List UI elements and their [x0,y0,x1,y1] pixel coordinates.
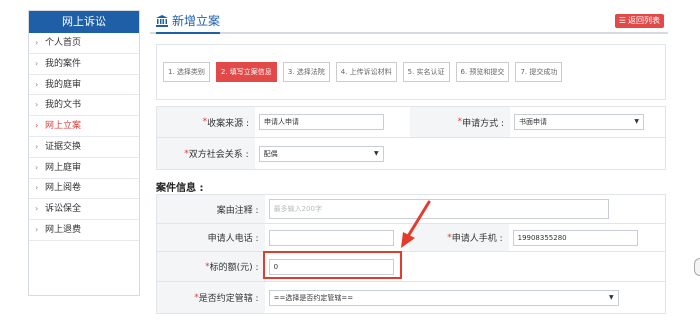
sidebar-item-label: 网上阅卷 [45,183,82,194]
sidebar-item[interactable]: › 网上阅卷 [29,179,139,200]
method-cell: 书面申请 ▼ [510,107,665,137]
phone-input[interactable] [268,229,394,246]
mobile-cell: 19908355280 [508,224,665,251]
sidebar-item-label: 诉讼保全 [45,204,82,215]
back-to-list-button[interactable]: ☰ 返回列表 [614,14,664,28]
chevron-right-icon: › [35,225,39,235]
method-select[interactable]: 书面申请 ▼ [514,114,644,130]
empty-cell [409,138,665,169]
sidebar-item-label: 我的文书 [45,100,82,111]
step-tab[interactable]: 5. 实名认证 [402,62,450,82]
sidebar-menu: › 个人首页 › 我的案件 › 我的庭审 › 我的文书 › 网上立案 › 证据交换 › 网上庭审 › 网上阅卷… [29,33,139,241]
relation-select[interactable]: 配偶 ▼ [258,145,384,162]
step-tab[interactable]: 1. 选择类别 [163,62,210,82]
sidebar-item[interactable]: › 我的文书 [29,95,139,117]
chevron-right-icon: › [35,79,39,89]
page-title-wrap: 新增立案 [156,12,221,34]
chevron-right-icon: › [35,162,39,172]
step-tab[interactable]: 4. 上传诉讼材料 [335,62,397,82]
case-info-section-title: 案件信息 : [156,183,204,194]
chevron-right-icon: › [35,204,39,214]
sidebar-item-label: 个人首页 [45,37,82,48]
sidebar-item-label: 证据交换 [45,141,82,152]
sidebar-title: 网上诉讼 [29,11,139,33]
sidebar-item[interactable]: › 我的案件 [29,54,139,75]
sidebar: 网上诉讼 › 个人首页 › 我的案件 › 我的庭审 › 我的文书 › 网上立案 › 证据交换 › 网上庭审… [28,10,140,296]
jurisdiction-label: * 是否约定管辖 : [157,282,265,313]
main-panel: 新增立案 ☰ 返回列表 1. 选择类别 2. 填写立案信息 3. 选择法院 4. 上传… [150,8,668,328]
chevron-down-icon: ▼ [608,293,614,301]
jurisdiction-cell: ==选择是否约定管辖== ▼ [264,282,665,313]
page-header: 新增立案 ☰ 返回列表 [150,8,668,34]
chevron-right-icon: › [35,58,39,68]
form-row-source: * 收案来源 : 申请人申请 * 申请方式 : 书面申请 ▼ [156,106,666,138]
courthouse-icon [156,14,168,27]
relation-cell: 配偶 ▼ [254,138,410,169]
sidebar-item[interactable]: › 网上立案 [29,116,139,137]
step-tab[interactable]: 7. 提交成功 [515,62,563,82]
source-input[interactable]: 申请人申请 [259,114,384,130]
empty-cell [418,252,665,281]
form-row-amount: * 标的额(元) : 0 [156,252,666,282]
source-label: * 收案来源 : [157,107,255,137]
step-tab[interactable]: 2. 填写立案信息 [215,62,277,82]
reason-label: 案由注释 : [157,195,265,223]
sidebar-item-label: 我的庭审 [45,79,82,90]
form-row-relation: * 双方社会关系 : 配偶 ▼ [156,138,666,170]
chevron-down-icon: ▼ [634,118,639,125]
jurisdiction-select[interactable]: ==选择是否约定管辖== ▼ [268,289,619,306]
reason-textarea[interactable]: 最多输入200字 [268,199,609,219]
sidebar-item[interactable]: › 个人首页 [29,33,139,54]
step-tab[interactable]: 3. 选择法院 [282,62,330,82]
sidebar-item-label: 网上立案 [45,121,82,132]
form-row-jurisdiction: * 是否约定管辖 : ==选择是否约定管辖== ▼ [156,282,666,314]
side-panel-handle[interactable] [694,258,700,276]
amount-label: * 标的额(元) : [157,252,265,281]
page-title: 新增立案 [172,14,221,28]
chevron-right-icon: › [35,100,39,110]
annotation-arrow-icon [401,200,431,248]
reason-cell: 最多输入200字 [264,195,665,223]
relation-label: * 双方社会关系 : [157,138,255,169]
sidebar-item[interactable]: › 证据交换 [29,137,139,158]
phone-cell [264,224,409,251]
sidebar-item[interactable]: › 诉讼保全 [29,199,139,221]
sidebar-item[interactable]: › 我的庭审 [29,75,139,96]
method-label: * 申请方式 : [410,107,510,137]
phone-label: 申请人电话 : [157,224,265,251]
chevron-right-icon: › [35,37,39,47]
sidebar-item[interactable]: › 网上退费 [29,220,139,241]
list-icon: ☰ [618,16,626,25]
chevron-right-icon: › [35,121,39,131]
source-cell: 申请人申请 [255,107,410,137]
sidebar-item-label: 我的案件 [45,58,82,69]
sidebar-item[interactable]: › 网上庭审 [29,158,139,179]
chevron-right-icon: › [35,141,39,151]
sidebar-item-label: 网上庭审 [45,162,82,173]
step-progress: 1. 选择类别 2. 填写立案信息 3. 选择法院 4. 上传诉讼材料 5. 实名认证 6… [156,44,666,100]
amount-highlight-box [263,251,402,279]
back-to-list-label: 返回列表 [628,16,660,25]
mobile-input[interactable]: 19908355280 [512,229,638,246]
sidebar-item-label: 网上退费 [45,225,82,236]
step-tab[interactable]: 6. 预览和提交 [455,62,510,82]
chevron-down-icon: ▼ [374,149,379,157]
chevron-right-icon: › [35,183,39,193]
